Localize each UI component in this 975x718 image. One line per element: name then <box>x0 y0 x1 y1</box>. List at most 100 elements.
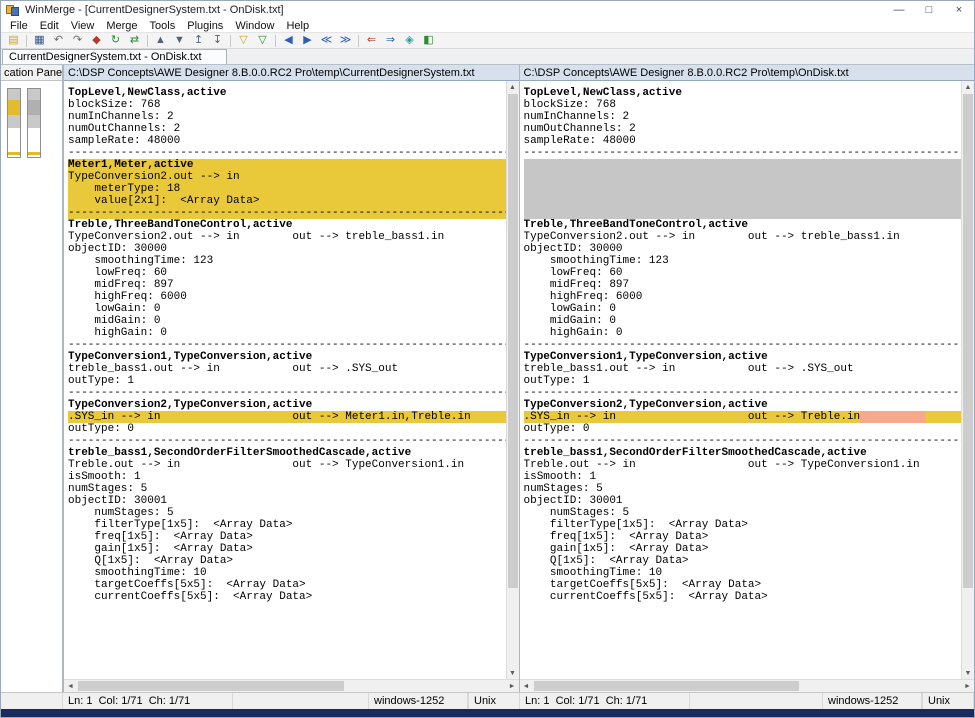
line-filter-button[interactable]: ▽ <box>253 33 272 48</box>
auto-merge-button[interactable]: ◈ <box>400 33 419 48</box>
menu-tools[interactable]: Tools <box>144 20 182 32</box>
undo-button[interactable]: ↶ <box>49 33 68 48</box>
left-vscroll-track[interactable] <box>507 93 519 667</box>
copy-left-button[interactable]: ◀ <box>279 33 298 48</box>
scroll-right-icon[interactable]: ► <box>961 680 974 692</box>
right-editor[interactable]: TopLevel,NewClass,activeblockSize: 768nu… <box>520 81 962 679</box>
file-save-icon: ▦ <box>34 35 44 46</box>
all-left-button[interactable]: ⇐ <box>362 33 381 48</box>
right-hscroll-track[interactable] <box>533 680 962 692</box>
compare-area: cation Pane × C:\DSP Concepts\ <box>1 65 974 692</box>
close-button[interactable]: × <box>944 1 974 19</box>
status-bar: Ln: 1 Col: 1/71 Ch: 1/71 windows-1252 Un… <box>1 692 974 709</box>
file-compare-tab[interactable]: CurrentDesignerSystem.txt - OnDisk.txt <box>2 49 227 64</box>
file-open-icon: ▤ <box>8 35 18 46</box>
copy-right-button[interactable]: ▶ <box>298 33 317 48</box>
menu-window[interactable]: Window <box>229 20 280 32</box>
menu-help[interactable]: Help <box>280 20 315 32</box>
left-hscroll-track[interactable] <box>77 680 506 692</box>
location-pane: cation Pane × <box>1 65 63 692</box>
right-encoding[interactable]: windows-1252 <box>822 693 922 709</box>
code-line: TypeConversion2,TypeConversion,active <box>524 399 962 411</box>
left-vscroll-thumb[interactable] <box>508 94 518 588</box>
view-filter-button[interactable]: ▽ <box>234 33 253 48</box>
toolbar: ▤ ▦ ↶↷ ◆ ↻⇄ ▲▼↥↧ ▽▽ ◀▶≪≫ ⇐⇒◈◧ <box>1 32 974 49</box>
code-line: freq[1x5]: <Array Data> <box>68 531 506 543</box>
left-horizontal-scrollbar[interactable]: ◄ ► <box>64 679 519 692</box>
code-line: Treble,ThreeBandToneControl,active <box>68 219 506 231</box>
code-line: isSmooth: 1 <box>68 471 506 483</box>
code-line: .SYS_in --> in out --> Meter1.in,Treble.… <box>68 411 506 423</box>
winmerge-app-icon[interactable] <box>6 4 21 17</box>
tab-bar: CurrentDesignerSystem.txt - OnDisk.txt <box>1 49 974 65</box>
right-vscroll-thumb[interactable] <box>963 94 973 588</box>
minimize-button[interactable]: — <box>884 1 914 19</box>
menu-edit[interactable]: Edit <box>34 20 65 32</box>
menu-plugins[interactable]: Plugins <box>181 20 229 32</box>
scroll-left-icon[interactable]: ◄ <box>520 680 533 692</box>
first-diff-button[interactable]: ↥ <box>189 33 208 48</box>
right-horizontal-scrollbar[interactable]: ◄ ► <box>520 679 975 692</box>
swap-panes-button[interactable]: ⇄ <box>125 33 144 48</box>
code-line: smoothingTime: 10 <box>524 567 962 579</box>
left-eol-style[interactable]: Unix <box>468 693 520 709</box>
code-line: lowFreq: 60 <box>68 267 506 279</box>
scroll-right-icon[interactable]: ► <box>506 680 519 692</box>
location-pane-header: cation Pane × <box>1 65 62 81</box>
refresh-button[interactable]: ↻ <box>106 33 125 48</box>
right-vertical-scrollbar[interactable]: ▲ ▼ <box>961 81 974 679</box>
left-vertical-scrollbar[interactable]: ▲ ▼ <box>506 81 519 679</box>
code-line: numStages: 5 <box>524 483 962 495</box>
plugins-button[interactable]: ◧ <box>419 33 438 48</box>
location-map[interactable] <box>1 81 62 692</box>
scroll-down-icon[interactable]: ▼ <box>962 667 975 679</box>
copy-left-advance-button[interactable]: ≪ <box>317 33 336 48</box>
code-line: objectID: 30000 <box>524 243 962 255</box>
menu-view[interactable]: View <box>65 20 101 32</box>
left-file-path-header[interactable]: C:\DSP Concepts\AWE Designer 8.B.0.0.RC2… <box>64 65 519 81</box>
prev-diff-button[interactable]: ▲ <box>151 33 170 48</box>
scroll-up-icon[interactable]: ▲ <box>506 81 519 93</box>
left-encoding[interactable]: windows-1252 <box>368 693 468 709</box>
location-bar-left[interactable] <box>7 88 21 158</box>
scroll-down-icon[interactable]: ▼ <box>506 667 519 679</box>
options-button[interactable]: ◆ <box>87 33 106 48</box>
last-diff-button[interactable]: ↧ <box>208 33 227 48</box>
winmerge-window: WinMerge - [CurrentDesignerSystem.txt - … <box>0 0 975 718</box>
menu-file[interactable]: File <box>4 20 34 32</box>
redo-button[interactable]: ↷ <box>68 33 87 48</box>
code-line: outType: 0 <box>68 423 506 435</box>
all-right-button[interactable]: ⇒ <box>381 33 400 48</box>
file-open-button[interactable]: ▤ <box>4 33 23 48</box>
right-hscroll-thumb[interactable] <box>534 681 800 691</box>
copy-right-advance-button[interactable]: ≫ <box>336 33 355 48</box>
scroll-left-icon[interactable]: ◄ <box>64 680 77 692</box>
code-line: currentCoeffs[5x5]: <Array Data> <box>68 591 506 603</box>
code-line: filterType[1x5]: <Array Data> <box>68 519 506 531</box>
location-bar-right[interactable] <box>27 88 41 158</box>
right-vscroll-track[interactable] <box>962 93 974 667</box>
menu-merge[interactable]: Merge <box>100 20 143 32</box>
code-line: midFreq: 897 <box>524 279 962 291</box>
separator-line: ----------------------------------------… <box>524 435 962 447</box>
code-line: smoothingTime: 123 <box>68 255 506 267</box>
ghost-line <box>524 195 962 207</box>
next-diff-button[interactable]: ▼ <box>170 33 189 48</box>
separator-line: ----------------------------------------… <box>524 147 962 159</box>
right-file-path-header[interactable]: C:\DSP Concepts\AWE Designer 8.B.0.0.RC2… <box>520 65 975 81</box>
code-line: TypeConversion2.out --> in out --> trebl… <box>524 231 962 243</box>
right-eol-style[interactable]: Unix <box>922 693 974 709</box>
window-controls: — □ × <box>884 1 974 19</box>
left-editor[interactable]: TopLevel,NewClass,activeblockSize: 768nu… <box>64 81 506 679</box>
maximize-button[interactable]: □ <box>914 1 944 19</box>
window-title: WinMerge - [CurrentDesignerSystem.txt - … <box>25 4 884 16</box>
scroll-up-icon[interactable]: ▲ <box>962 81 975 93</box>
file-save-button[interactable]: ▦ <box>30 33 49 48</box>
left-status: Ln: 1 Col: 1/71 Ch: 1/71 windows-1252 Un… <box>1 693 520 709</box>
options-icon: ◆ <box>92 35 100 46</box>
code-line: Treble.out --> in out --> TypeConversion… <box>524 459 962 471</box>
status-spacer <box>1 693 63 709</box>
separator-line: ----------------------------------------… <box>524 387 962 399</box>
code-line: numOutChannels: 2 <box>524 123 962 135</box>
left-hscroll-thumb[interactable] <box>78 681 344 691</box>
